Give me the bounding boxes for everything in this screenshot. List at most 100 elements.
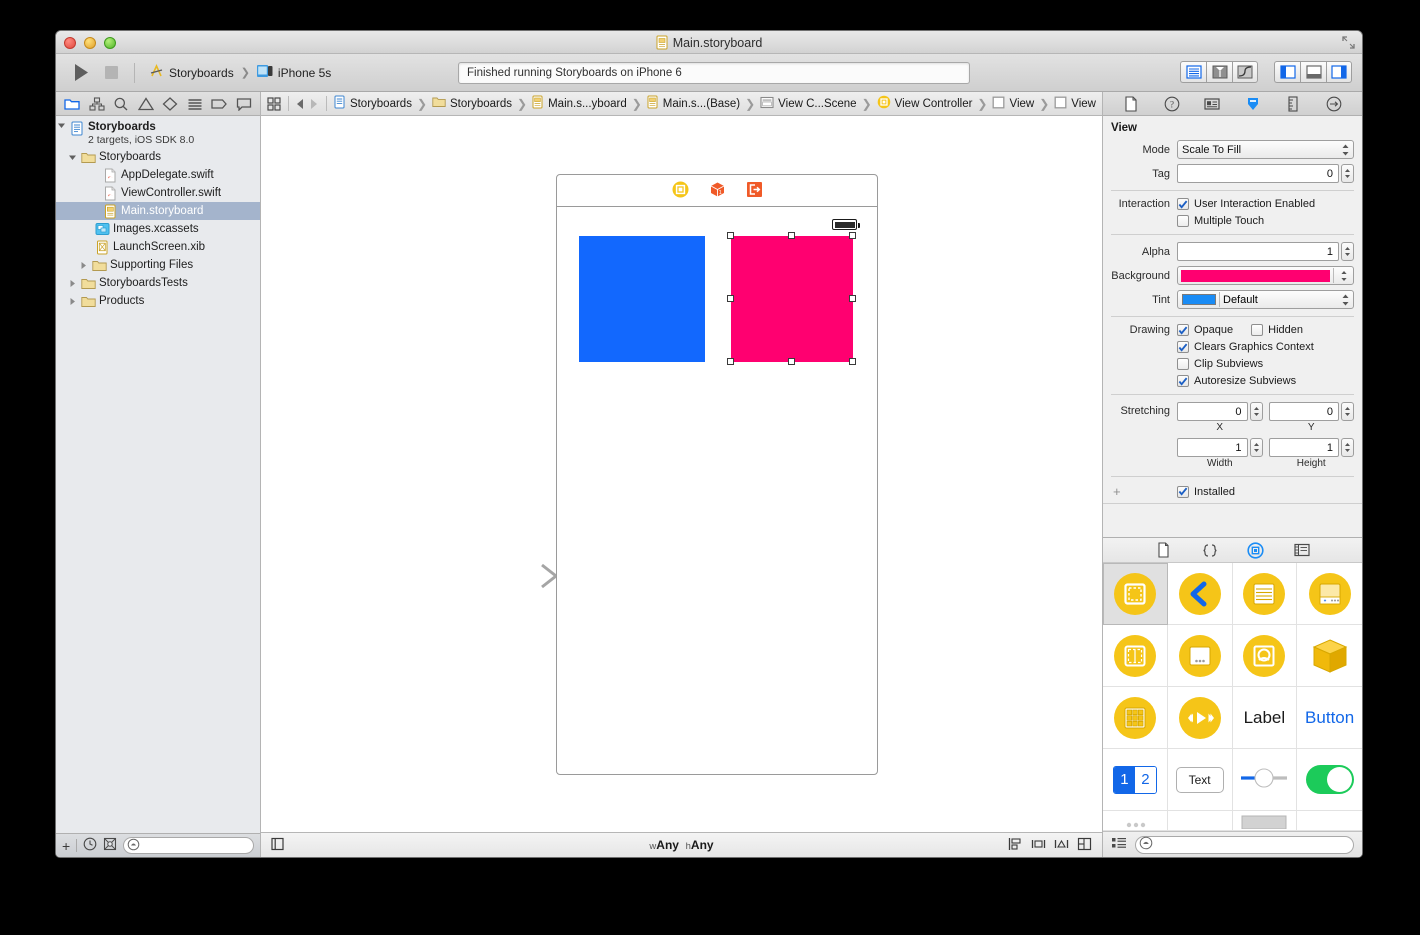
align-icon[interactable] — [1008, 837, 1023, 854]
scene-view-canvas[interactable] — [557, 207, 877, 774]
tree-row-appdelegate[interactable]: AppDelegate.swift — [56, 166, 260, 184]
selection-handle-bc[interactable] — [788, 358, 795, 365]
breadcrumb-item-7[interactable]: View — [1054, 96, 1096, 112]
selection-handle-bl[interactable] — [727, 358, 734, 365]
disclosure-triangle-down-icon[interactable] — [56, 121, 67, 130]
run-button[interactable] — [66, 62, 96, 84]
stop-button[interactable] — [96, 62, 126, 84]
clock-icon[interactable] — [83, 837, 97, 854]
list-view-icon[interactable] — [1111, 836, 1127, 853]
multiple-touch-checkbox[interactable]: Multiple Touch — [1177, 215, 1264, 227]
tree-row-products[interactable]: Products — [56, 292, 260, 310]
issue-navigator-icon[interactable] — [135, 94, 157, 114]
tree-row-main-storyboard[interactable]: Main.storyboard — [56, 202, 260, 220]
library-item-segmented-control[interactable]: 1 2 — [1103, 749, 1168, 811]
resizing-icon[interactable] — [1077, 837, 1092, 854]
exit-icon[interactable] — [746, 181, 763, 201]
disclosure-triangle-down-icon[interactable] — [67, 153, 78, 162]
tree-row-images-xcassets[interactable]: Images.xcassets — [56, 220, 260, 238]
clip-subviews-checkbox[interactable]: Clip Subviews — [1177, 358, 1263, 370]
tree-row-storyboards-group[interactable]: Storyboards — [56, 148, 260, 166]
version-editor-icon[interactable] — [1232, 61, 1258, 83]
opaque-checkbox[interactable]: Opaque — [1177, 324, 1233, 336]
utilities-toggle-icon[interactable] — [1326, 61, 1352, 83]
alpha-field[interactable]: 1 — [1177, 242, 1339, 261]
user-interaction-enabled-checkbox[interactable]: User Interaction Enabled — [1177, 198, 1315, 210]
related-items-icon[interactable] — [267, 96, 281, 111]
clears-graphics-context-checkbox[interactable]: Clears Graphics Context — [1177, 341, 1314, 353]
add-button[interactable]: + — [62, 838, 70, 854]
debug-toggle-icon[interactable] — [1300, 61, 1326, 83]
standard-editor-icon[interactable] — [1180, 61, 1206, 83]
search-navigator-icon[interactable] — [110, 94, 132, 114]
stretch-y-stepper[interactable] — [1341, 402, 1354, 421]
library-item-split-view-controller[interactable] — [1103, 625, 1168, 687]
mode-popup[interactable]: Scale To Fill — [1177, 140, 1354, 159]
size-class-indicator[interactable]: wAny hAny — [261, 838, 1102, 852]
disclosure-triangle-right-icon[interactable] — [67, 279, 78, 288]
symbol-navigator-icon[interactable] — [86, 94, 108, 114]
breadcrumb-item-6[interactable]: View — [992, 96, 1034, 112]
blue-square-view[interactable] — [579, 236, 705, 362]
navigator-toggle-icon[interactable] — [1274, 61, 1300, 83]
breakpoint-navigator-icon[interactable] — [208, 94, 230, 114]
library-item-glkit-view-controller[interactable] — [1232, 625, 1298, 687]
library-item-slider[interactable] — [1232, 749, 1298, 811]
media-library-icon[interactable] — [1291, 540, 1313, 560]
back-button[interactable] — [295, 98, 306, 110]
first-responder-icon[interactable]: 1 — [709, 181, 726, 201]
library-item-table-view-controller[interactable] — [1232, 563, 1298, 625]
library-item-view-controller[interactable] — [1103, 563, 1168, 625]
breadcrumb-item-3[interactable]: Main.s...(Base) — [647, 95, 740, 112]
tree-row-viewcontroller[interactable]: ViewController.swift — [56, 184, 260, 202]
report-navigator-icon[interactable] — [233, 94, 255, 114]
selection-handle-ml[interactable] — [727, 295, 734, 302]
library-item-object[interactable] — [1297, 625, 1362, 687]
file-inspector-icon[interactable] — [1120, 94, 1142, 114]
debug-navigator-icon[interactable] — [184, 94, 206, 114]
selection-handle-tc[interactable] — [788, 232, 795, 239]
library-item-collection-view-controller[interactable] — [1103, 687, 1168, 749]
storyboard-canvas[interactable]: 1 — [261, 116, 1102, 832]
installed-checkbox[interactable]: Installed — [1177, 485, 1235, 498]
library-item-av-player-view-controller[interactable] — [1167, 687, 1233, 749]
stretch-x-stepper[interactable] — [1249, 402, 1263, 421]
view-controller-icon[interactable] — [672, 181, 689, 201]
selection-handle-tr[interactable] — [849, 232, 856, 239]
library-item-partial-a[interactable] — [1103, 811, 1168, 831]
object-library-icon[interactable] — [1245, 540, 1267, 560]
scheme-selector[interactable]: Storyboards ❯ iPhone 5s — [143, 62, 337, 84]
stretch-height-field[interactable]: 1 — [1268, 438, 1339, 457]
library-item-navigation-controller[interactable] — [1167, 563, 1233, 625]
breadcrumb-item-4[interactable]: View C...Scene — [760, 96, 857, 112]
tint-color-well[interactable]: Default — [1177, 290, 1354, 309]
alpha-stepper[interactable] — [1341, 242, 1354, 261]
library-item-partial-c[interactable] — [1232, 811, 1298, 831]
library-item-partial-b[interactable] — [1167, 811, 1233, 831]
breadcrumb-item-2[interactable]: Main.s...yboard — [532, 95, 627, 112]
navigator-filter-field[interactable] — [123, 837, 254, 854]
tree-row-storyboardstests[interactable]: StoryboardsTests — [56, 274, 260, 292]
library-item-text-field[interactable]: Text — [1167, 749, 1233, 811]
stretch-y-field[interactable]: 0 — [1268, 402, 1339, 421]
test-navigator-icon[interactable] — [159, 94, 181, 114]
size-inspector-icon[interactable] — [1282, 94, 1304, 114]
view-controller-scene[interactable]: 1 — [556, 174, 878, 775]
quick-help-icon[interactable]: ? — [1161, 94, 1183, 114]
fullscreen-button[interactable] — [1342, 36, 1355, 49]
library-search-field[interactable] — [1135, 835, 1354, 854]
library-item-tab-bar-controller[interactable] — [1297, 563, 1362, 625]
library-item-label[interactable]: Label — [1232, 687, 1298, 749]
identity-inspector-icon[interactable] — [1201, 94, 1223, 114]
breadcrumb-item-0[interactable]: Storyboards — [334, 95, 412, 112]
code-snippet-library-icon[interactable] — [1199, 540, 1221, 560]
tag-stepper[interactable] — [1341, 164, 1354, 183]
selection-handle-mr[interactable] — [849, 295, 856, 302]
library-item-button[interactable]: Button — [1297, 687, 1362, 749]
resolve-issues-icon[interactable] — [1054, 837, 1069, 854]
connections-inspector-icon[interactable] — [1323, 94, 1345, 114]
breadcrumb-item-5[interactable]: View Controller — [877, 95, 972, 112]
tag-field[interactable]: 0 — [1177, 164, 1339, 183]
selection-handle-tl[interactable] — [727, 232, 734, 239]
autoresize-subviews-checkbox[interactable]: Autoresize Subviews — [1177, 375, 1296, 387]
